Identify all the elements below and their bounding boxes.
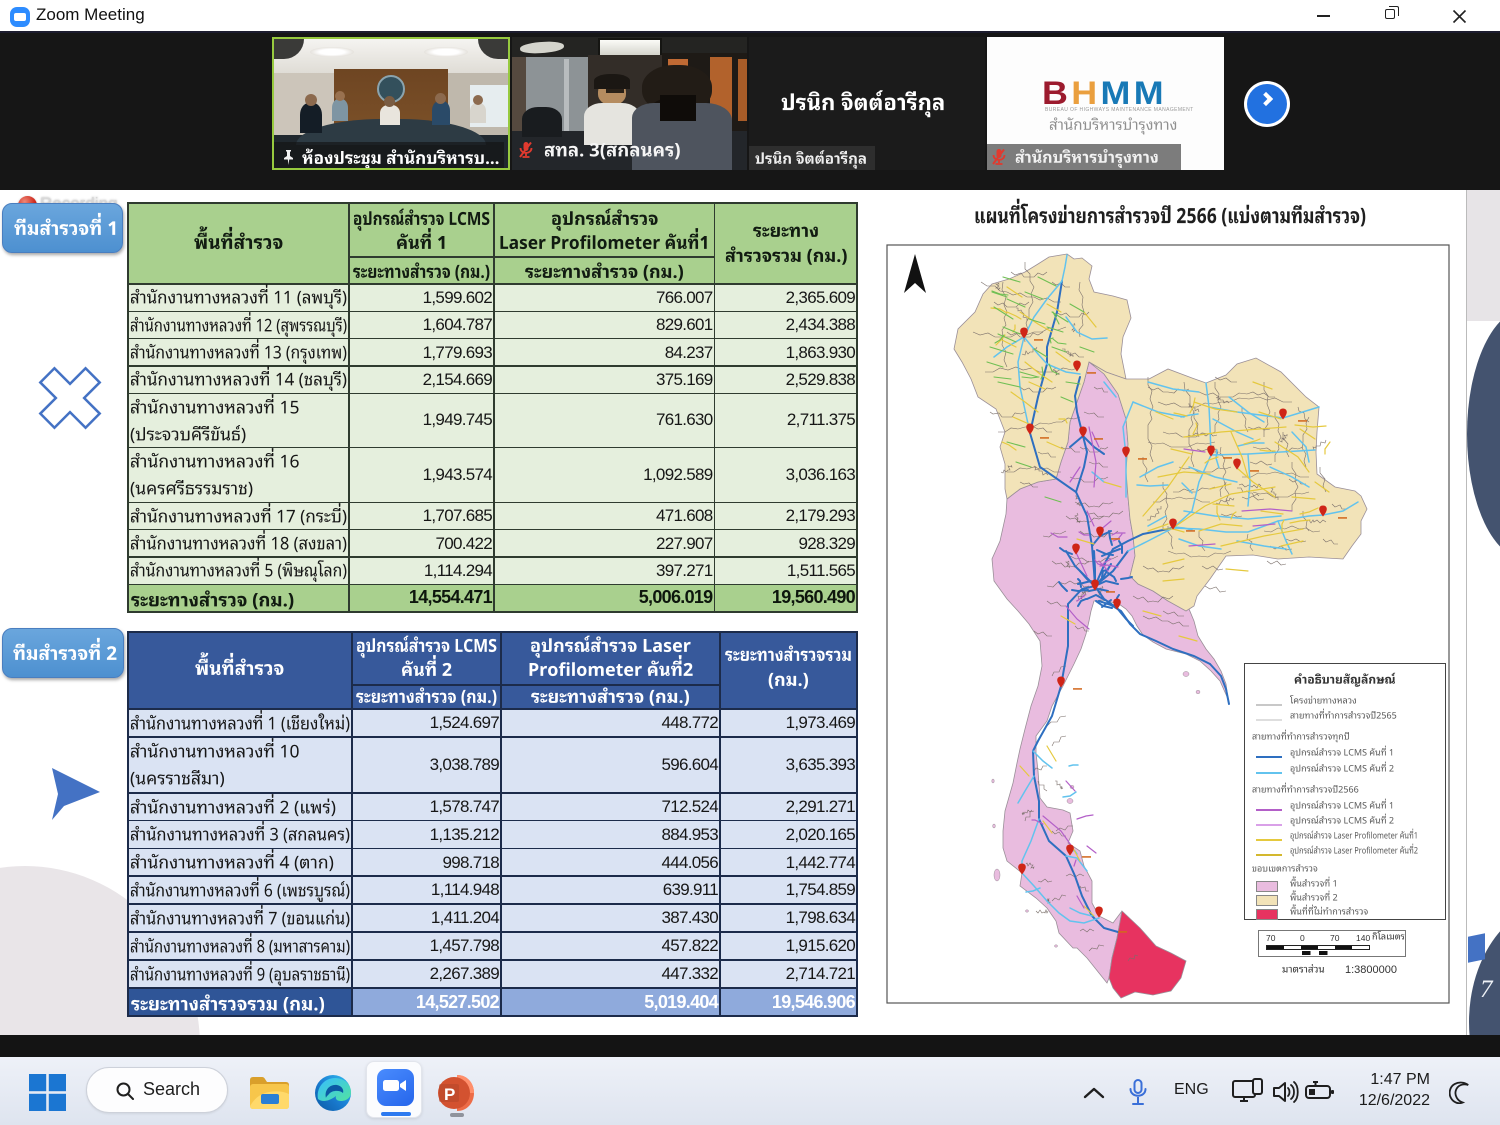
svg-text:P: P [444, 1085, 455, 1104]
